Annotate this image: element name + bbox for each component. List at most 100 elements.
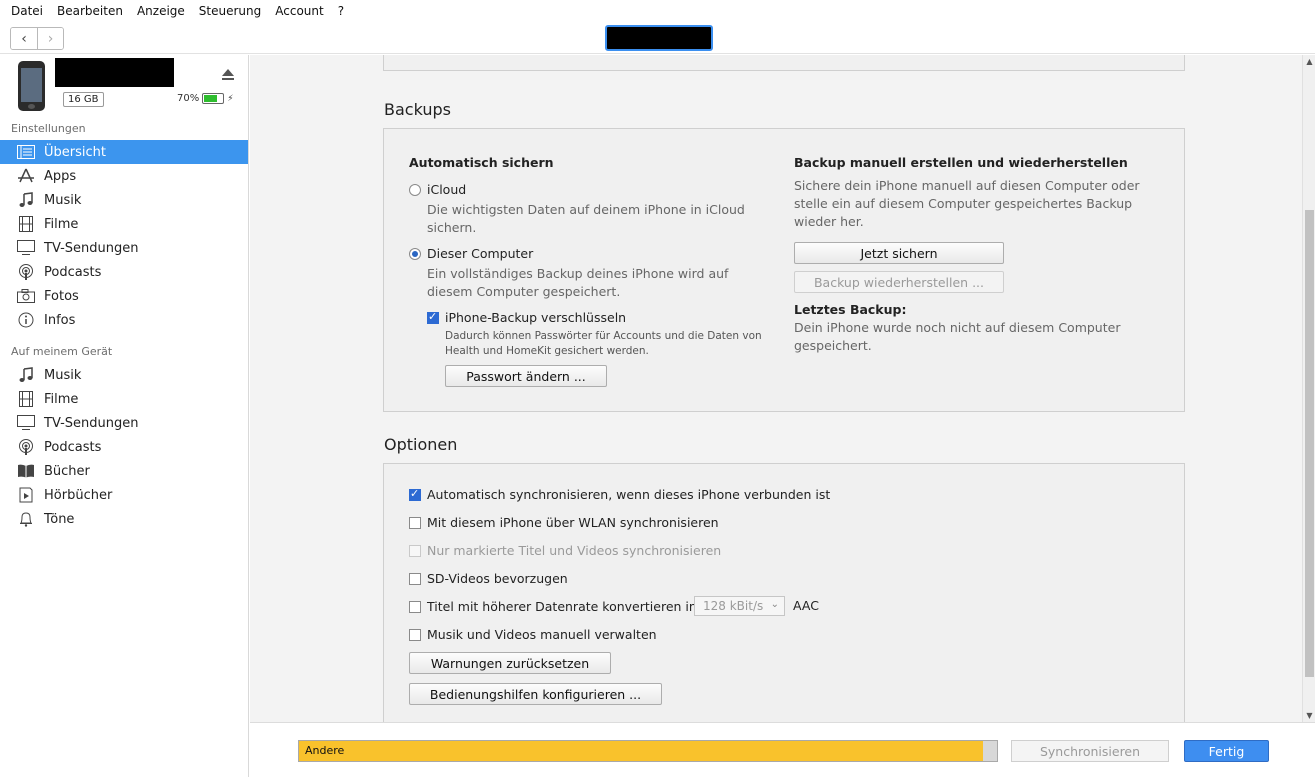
icloud-label: iCloud xyxy=(427,182,467,197)
storage-bar: Andere xyxy=(298,740,998,762)
wlan-sync-checkbox[interactable] xyxy=(409,516,421,529)
sidebar-item-filme[interactable]: Filme xyxy=(0,212,248,236)
audiobook-icon xyxy=(16,486,36,504)
forward-button[interactable]: › xyxy=(37,28,63,49)
film-icon xyxy=(16,215,36,233)
nav-buttons: ‹ › xyxy=(10,27,64,50)
device-item-tv-sendungen[interactable]: TV-Sendungen xyxy=(0,411,248,435)
camera-icon xyxy=(16,287,36,305)
summary-icon xyxy=(16,143,36,161)
sidebar-item-label: Podcasts xyxy=(44,264,102,280)
sidebar-item-apps[interactable]: Apps xyxy=(0,164,248,188)
auto-sync-option[interactable]: Automatisch synchronisieren, wenn dieses… xyxy=(409,487,830,502)
menu-account[interactable]: Account xyxy=(268,4,330,18)
restore-backup-button[interactable]: Backup wiederherstellen ... xyxy=(794,271,1004,293)
sidebar-item-fotos[interactable]: Fotos xyxy=(0,284,248,308)
wlan-sync-option[interactable]: Mit diesem iPhone über WLAN synchronisie… xyxy=(409,515,719,530)
battery-percent: 70% xyxy=(177,93,200,104)
device-item-musik[interactable]: Musik xyxy=(0,363,248,387)
info-icon xyxy=(16,311,36,329)
computer-desc: Ein vollständiges Backup deines iPhone w… xyxy=(427,266,729,299)
computer-option[interactable]: Dieser Computer xyxy=(409,246,533,261)
capacity-badge: 16 GB xyxy=(63,92,104,107)
device-item-töne[interactable]: Töne xyxy=(0,507,248,531)
sidebar: 16 GB 70% ⚡ Einstellungen Übersicht Apps M… xyxy=(0,55,249,777)
reset-warnings-button[interactable]: Warnungen zurücksetzen xyxy=(409,652,611,674)
options-title: Optionen xyxy=(384,435,458,454)
marked-only-label: Nur markierte Titel und Videos synchroni… xyxy=(427,543,722,558)
device-name-redacted xyxy=(55,58,174,87)
sidebar-item-label: Hörbücher xyxy=(44,487,113,503)
sidebar-item-label: Musik xyxy=(44,367,82,383)
storage-label: Andere xyxy=(305,744,345,757)
sidebar-item-musik[interactable]: Musik xyxy=(0,188,248,212)
device-button[interactable] xyxy=(605,25,713,51)
sidebar-item-infos[interactable]: Infos xyxy=(0,308,248,332)
sidebar-item-label: Töne xyxy=(44,511,75,527)
sidebar-item-label: Podcasts xyxy=(44,439,102,455)
film-icon xyxy=(16,390,36,408)
chevron-down-icon: ⌄ xyxy=(770,599,779,610)
toolbar: ‹ › xyxy=(0,22,1315,54)
scroll-thumb[interactable] xyxy=(1305,210,1314,677)
device-item-filme[interactable]: Filme xyxy=(0,387,248,411)
marked-only-option: Nur markierte Titel und Videos synchroni… xyxy=(409,543,721,558)
scroll-down-icon[interactable]: ▼ xyxy=(1303,709,1315,722)
sidebar-item-label: Apps xyxy=(44,168,77,184)
icloud-radio[interactable] xyxy=(409,183,421,196)
sd-video-checkbox[interactable] xyxy=(409,572,421,585)
bitrate-value: 128 kBit/s xyxy=(703,599,764,613)
change-password-button[interactable]: Passwort ändern ... xyxy=(445,365,607,387)
device-item-podcasts[interactable]: Podcasts xyxy=(0,435,248,459)
scroll-up-icon[interactable]: ▲ xyxy=(1303,55,1315,68)
sidebar-item-label: TV-Sendungen xyxy=(44,240,139,256)
menu-anzeige[interactable]: Anzeige xyxy=(130,4,192,18)
manual-backup-desc: Sichere dein iPhone manuell auf diesen C… xyxy=(794,178,1140,229)
device-header: 16 GB 70% ⚡ xyxy=(0,55,248,118)
encrypt-desc: Dadurch können Passwörter für Accounts u… xyxy=(445,330,762,357)
backup-now-button[interactable]: Jetzt sichern xyxy=(794,242,1004,264)
menu-help[interactable]: ? xyxy=(331,4,351,18)
battery-status: 70% ⚡ xyxy=(177,93,234,104)
options-panel: Automatisch synchronisieren, wenn dieses… xyxy=(383,463,1185,722)
podcast-icon xyxy=(16,438,36,456)
sidebar-item-label: Filme xyxy=(44,391,79,407)
accessibility-button[interactable]: Bedienungshilfen konfigurieren ... xyxy=(409,683,662,705)
vertical-scrollbar[interactable]: ▲ ▼ xyxy=(1302,55,1315,722)
convert-checkbox[interactable] xyxy=(409,600,421,613)
device-item-hörbücher[interactable]: Hörbücher xyxy=(0,483,248,507)
backups-panel: Automatisch sichern iCloud Die wichtigst… xyxy=(383,128,1185,412)
convert-option[interactable]: Titel mit höherer Datenrate konvertieren… xyxy=(409,599,697,614)
sidebar-item-übersicht[interactable]: Übersicht xyxy=(0,140,248,164)
settings-header: Einstellungen xyxy=(11,122,86,135)
manual-manage-checkbox[interactable] xyxy=(409,628,421,641)
menu-steuerung[interactable]: Steuerung xyxy=(192,4,268,18)
iphone-icon xyxy=(18,61,45,111)
encrypt-checkbox[interactable] xyxy=(427,310,439,324)
sidebar-item-tv-sendungen[interactable]: TV-Sendungen xyxy=(0,236,248,260)
convert-label: Titel mit höherer Datenrate konvertieren… xyxy=(427,599,697,614)
eject-icon[interactable] xyxy=(221,69,235,81)
back-button[interactable]: ‹ xyxy=(11,28,37,49)
computer-label: Dieser Computer xyxy=(427,246,534,261)
manual-manage-label: Musik und Videos manuell verwalten xyxy=(427,627,657,642)
done-button[interactable]: Fertig xyxy=(1184,740,1269,762)
sidebar-item-podcasts[interactable]: Podcasts xyxy=(0,260,248,284)
computer-radio[interactable] xyxy=(409,247,421,260)
on-device-header: Auf meinem Gerät xyxy=(11,345,113,358)
encrypt-option[interactable]: iPhone-Backup verschlüsseln xyxy=(427,310,626,325)
auto-sync-label: Automatisch synchronisieren, wenn dieses… xyxy=(427,487,831,502)
sync-button[interactable]: Synchronisieren xyxy=(1011,740,1169,762)
manual-manage-option[interactable]: Musik und Videos manuell verwalten xyxy=(409,627,657,642)
bitrate-select[interactable]: 128 kBit/s ⌄ xyxy=(694,596,785,616)
auto-sync-checkbox[interactable] xyxy=(409,487,421,501)
device-item-bücher[interactable]: Bücher xyxy=(0,459,248,483)
apps-icon xyxy=(16,167,36,185)
menu-datei[interactable]: Datei xyxy=(4,4,50,18)
menu-bearbeiten[interactable]: Bearbeiten xyxy=(50,4,130,18)
icloud-option[interactable]: iCloud xyxy=(409,182,466,197)
wlan-sync-label: Mit diesem iPhone über WLAN synchronisie… xyxy=(427,515,719,530)
sd-video-option[interactable]: SD-Videos bevorzugen xyxy=(409,571,568,586)
podcast-icon xyxy=(16,263,36,281)
encrypt-label: iPhone-Backup verschlüsseln xyxy=(445,310,627,325)
